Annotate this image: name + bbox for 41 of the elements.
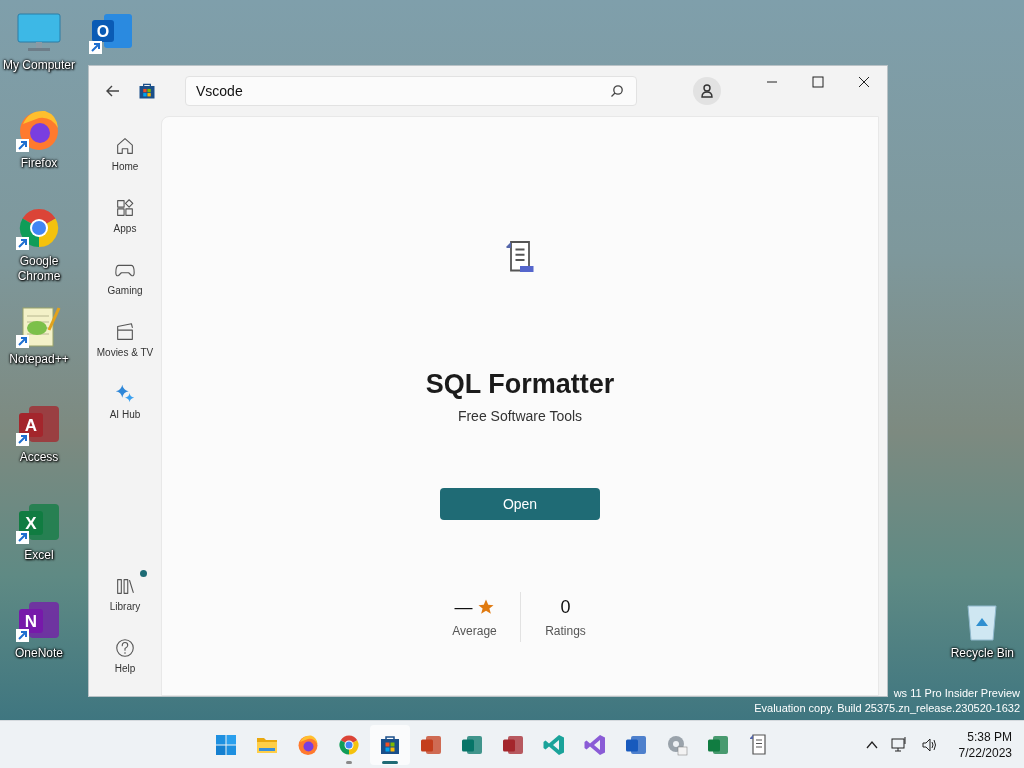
- average-rating: —: [454, 596, 473, 618]
- person-icon: [699, 83, 715, 99]
- desktop-icon-label[interactable]: Access: [19, 450, 59, 465]
- rating-label: Ratings: [545, 623, 586, 638]
- nav-item[interactable]: AI Hub: [93, 372, 157, 430]
- app-title: SQL Formatter: [425, 369, 615, 400]
- open-button[interactable]: Open: [440, 488, 600, 520]
- clock-date[interactable]: 7/22/2023: [958, 744, 1012, 761]
- ribbon-icon: [542, 732, 566, 757]
- account-button[interactable]: [693, 77, 721, 105]
- nav-item[interactable]: Movies & TV: [93, 310, 157, 368]
- apps-icon: [114, 196, 136, 219]
- desktop-icon-label[interactable]: OneNote: [15, 646, 63, 661]
- taskbar-app-button[interactable]: [370, 724, 410, 765]
- publisher-name: Free Software Tools: [457, 408, 583, 424]
- search-icon[interactable]: [610, 84, 624, 98]
- star-icon: [476, 598, 495, 616]
- maximize-icon: [812, 76, 824, 88]
- network-icon[interactable]: [890, 735, 909, 754]
- nav-item[interactable]: Gaming: [93, 248, 157, 306]
- ratings-count: 0: [560, 596, 571, 618]
- help-icon: [114, 636, 136, 659]
- desktop-icon-label[interactable]: Recycle Bin: [950, 646, 1014, 661]
- search-field[interactable]: Vscode: [185, 76, 637, 106]
- desktop-icon-label[interactable]: Excel: [24, 548, 54, 563]
- nav-item[interactable]: Home: [93, 124, 157, 182]
- rating-label: Average: [452, 623, 497, 638]
- close-icon: [858, 76, 870, 88]
- movies-icon: [114, 320, 136, 343]
- back-arrow-icon[interactable]: [105, 83, 121, 99]
- nav-item[interactable]: Library: [93, 564, 157, 622]
- clock-time[interactable]: 5:38 PM: [967, 728, 1012, 745]
- store-bag-icon: [137, 81, 157, 101]
- watermark-text: ws 11 Pro Insider Preview: [893, 686, 1020, 701]
- volume-icon[interactable]: [920, 736, 937, 753]
- grid-icon: [214, 732, 238, 757]
- nav-item[interactable]: Apps: [93, 186, 157, 244]
- nav-item[interactable]: Help: [93, 626, 157, 684]
- watermark-text: Evaluation copy. Build 25375.zn_release.230520-1632: [754, 701, 1020, 716]
- browser-icon: [296, 732, 320, 757]
- ribbon-icon: [583, 732, 607, 757]
